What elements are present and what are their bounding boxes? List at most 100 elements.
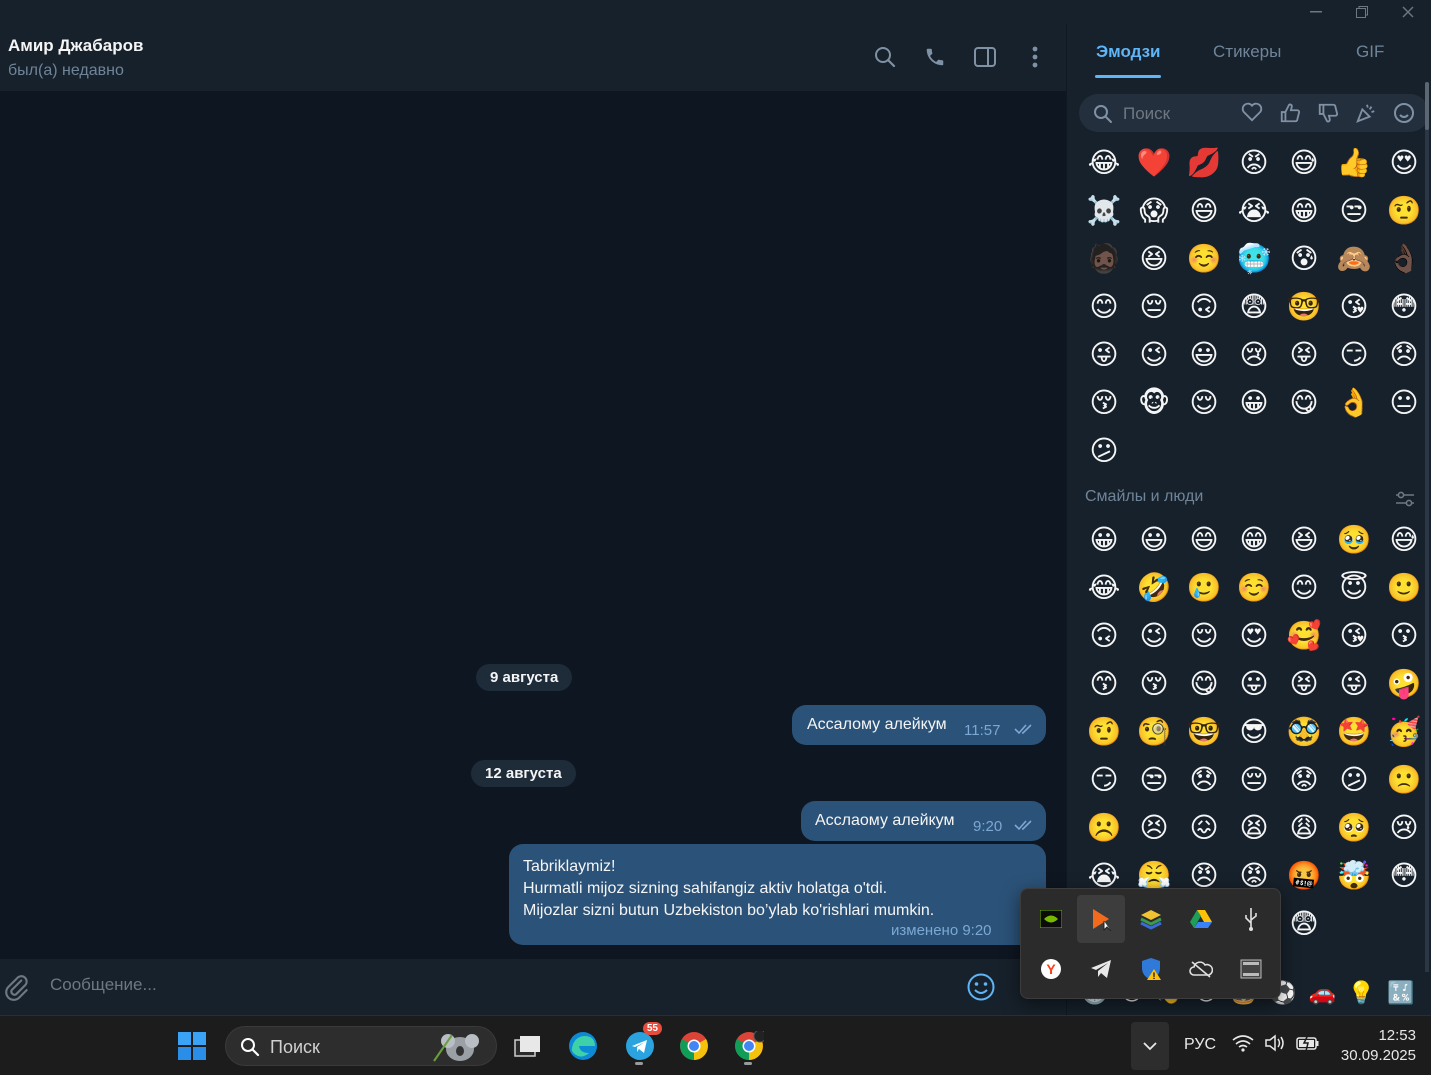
emoji-cell[interactable]: 🤨 (1379, 187, 1429, 235)
tray-yandex[interactable]: Y (1027, 945, 1075, 993)
taskbar-app-taskview[interactable] (507, 1026, 547, 1066)
emoji-cell[interactable]: 😝 (1279, 660, 1329, 708)
emoji-cell[interactable]: 😞 (1379, 331, 1429, 379)
emoji-cell[interactable]: 😜 (1329, 660, 1379, 708)
emoji-cell[interactable]: ☹️ (1079, 804, 1129, 852)
emoji-cell[interactable]: 🥺 (1329, 804, 1379, 852)
sidebar-toggle-button[interactable] (970, 42, 1000, 72)
taskbar-search-input[interactable]: Поиск (270, 1037, 320, 1058)
emoji-cell[interactable]: 😅 (1279, 139, 1329, 187)
emoji-cell[interactable]: 😍 (1229, 612, 1279, 660)
emoji-cell[interactable]: 🐵 (1129, 379, 1179, 427)
minimize-button[interactable] (1293, 0, 1339, 24)
system-status-icons[interactable] (1232, 1034, 1320, 1052)
emoji-cell[interactable]: 😢 (1379, 804, 1429, 852)
emoji-cell[interactable]: 😀 (1079, 516, 1129, 564)
emoji-cell[interactable]: 🤯 (1329, 852, 1379, 900)
emoji-cell[interactable]: ☺️ (1179, 235, 1229, 283)
emoji-button[interactable] (966, 972, 996, 1007)
close-button[interactable] (1385, 0, 1431, 24)
taskbar-app-chrome-profile[interactable] (729, 1026, 769, 1066)
emoji-scrollbar-thumb[interactable] (1425, 82, 1429, 130)
category-symbols-icon[interactable]: 🔣 (1387, 979, 1414, 1009)
emoji-cell[interactable]: 😞 (1179, 756, 1229, 804)
more-button[interactable] (1020, 42, 1050, 72)
emoji-cell[interactable]: 😎 (1229, 708, 1279, 756)
section-settings-button[interactable] (1395, 490, 1415, 513)
emoji-cell[interactable]: ❤️ (1129, 139, 1179, 187)
thumbs-down-icon[interactable] (1317, 102, 1339, 124)
emoji-cell[interactable]: 😁 (1229, 516, 1279, 564)
emoji-cell[interactable]: 😜 (1079, 331, 1129, 379)
emoji-cell[interactable]: 😌 (1179, 379, 1229, 427)
emoji-cell[interactable]: 😢 (1229, 331, 1279, 379)
emoji-cell[interactable]: 👌🏿 (1379, 235, 1429, 283)
tray-film-app[interactable] (1227, 945, 1275, 993)
tray-defender[interactable]: ! (1127, 945, 1175, 993)
emoji-cell[interactable]: 😡 (1229, 139, 1279, 187)
emoji-cell[interactable]: 🤩 (1329, 708, 1379, 756)
emoji-cell[interactable]: 😱 (1129, 187, 1179, 235)
emoji-cell[interactable]: 😰 (1279, 235, 1329, 283)
emoji-cell[interactable]: 🙃 (1179, 283, 1229, 331)
emoji-cell[interactable]: 😐 (1379, 379, 1429, 427)
emoji-cell[interactable]: 😨 (1279, 900, 1329, 948)
emoji-search-input[interactable]: Поиск (1123, 104, 1170, 124)
emoji-cell[interactable]: 👍 (1329, 139, 1379, 187)
input-language[interactable]: РУС (1184, 1036, 1216, 1054)
emoji-cell[interactable]: 🥹 (1329, 516, 1379, 564)
emoji-cell[interactable]: 😒 (1129, 756, 1179, 804)
emoji-cell[interactable]: 😋 (1179, 660, 1229, 708)
emoji-cell[interactable]: 😣 (1129, 804, 1179, 852)
emoji-cell[interactable]: 😭 (1229, 187, 1279, 235)
emoji-cell[interactable]: 😳 (1379, 852, 1429, 900)
emoji-cell[interactable]: ☺️ (1229, 564, 1279, 612)
emoji-cell[interactable]: 😖 (1179, 804, 1229, 852)
taskbar-search[interactable]: Поиск (225, 1026, 497, 1066)
tray-app-orange[interactable] (1077, 895, 1125, 943)
emoji-cell[interactable]: 😘 (1329, 612, 1379, 660)
emoji-cell[interactable]: 😩 (1279, 804, 1329, 852)
taskbar-app-chrome[interactable] (674, 1026, 714, 1066)
emoji-cell[interactable]: 😆 (1279, 516, 1329, 564)
emoji-cell[interactable]: 😄 (1179, 187, 1229, 235)
tray-overflow-button[interactable] (1131, 1022, 1169, 1070)
emoji-cell[interactable]: 🤓 (1279, 283, 1329, 331)
search-button[interactable] (870, 42, 900, 72)
restore-button[interactable] (1339, 0, 1385, 24)
category-objects-icon[interactable]: 💡 (1348, 979, 1375, 1009)
emoji-cell[interactable]: 😁 (1279, 187, 1329, 235)
message-bubble[interactable]: Асслаому алейкум 9:20 (801, 801, 1046, 841)
clock-date[interactable]: 30.09.2025 (1326, 1047, 1416, 1064)
emoji-cell[interactable]: 🤪 (1379, 660, 1429, 708)
emoji-cell[interactable]: 😅 (1379, 516, 1429, 564)
emoji-cell[interactable]: 😂 (1079, 139, 1129, 187)
emoji-cell[interactable]: 👌 (1329, 379, 1379, 427)
emoji-cell[interactable]: 😗 (1379, 612, 1429, 660)
emoji-cell[interactable]: 😊 (1279, 564, 1329, 612)
tray-google-drive[interactable] (1177, 895, 1225, 943)
emoji-cell[interactable]: 🥲 (1179, 564, 1229, 612)
emoji-cell[interactable]: 😫 (1229, 804, 1279, 852)
emoji-cell[interactable]: 🤨 (1079, 708, 1129, 756)
emoji-cell[interactable]: 😃 (1129, 516, 1179, 564)
emoji-cell[interactable]: 😝 (1279, 331, 1329, 379)
message-input[interactable]: Сообщение... (50, 975, 157, 995)
emoji-cell[interactable]: 😍 (1379, 139, 1429, 187)
emoji-cell[interactable]: 🧐 (1129, 708, 1179, 756)
call-button[interactable] (920, 42, 950, 72)
tray-telegram[interactable] (1077, 945, 1125, 993)
emoji-cell[interactable]: 😏 (1329, 331, 1379, 379)
start-button[interactable] (172, 1026, 212, 1066)
heart-icon[interactable] (1241, 102, 1263, 122)
emoji-cell[interactable]: 😉 (1129, 331, 1179, 379)
emoji-cell[interactable]: 😂 (1079, 564, 1129, 612)
emoji-cell[interactable]: 😋 (1279, 379, 1329, 427)
emoji-cell[interactable]: 😙 (1079, 660, 1129, 708)
emoji-cell[interactable]: 😟 (1279, 756, 1329, 804)
emoji-cell[interactable]: 😀 (1229, 379, 1279, 427)
emoji-cell[interactable]: 🧔🏿 (1079, 235, 1129, 283)
emoji-cell[interactable]: 😆 (1129, 235, 1179, 283)
emoji-cell[interactable]: 😨 (1229, 283, 1279, 331)
emoji-cell[interactable]: 😄 (1179, 516, 1229, 564)
